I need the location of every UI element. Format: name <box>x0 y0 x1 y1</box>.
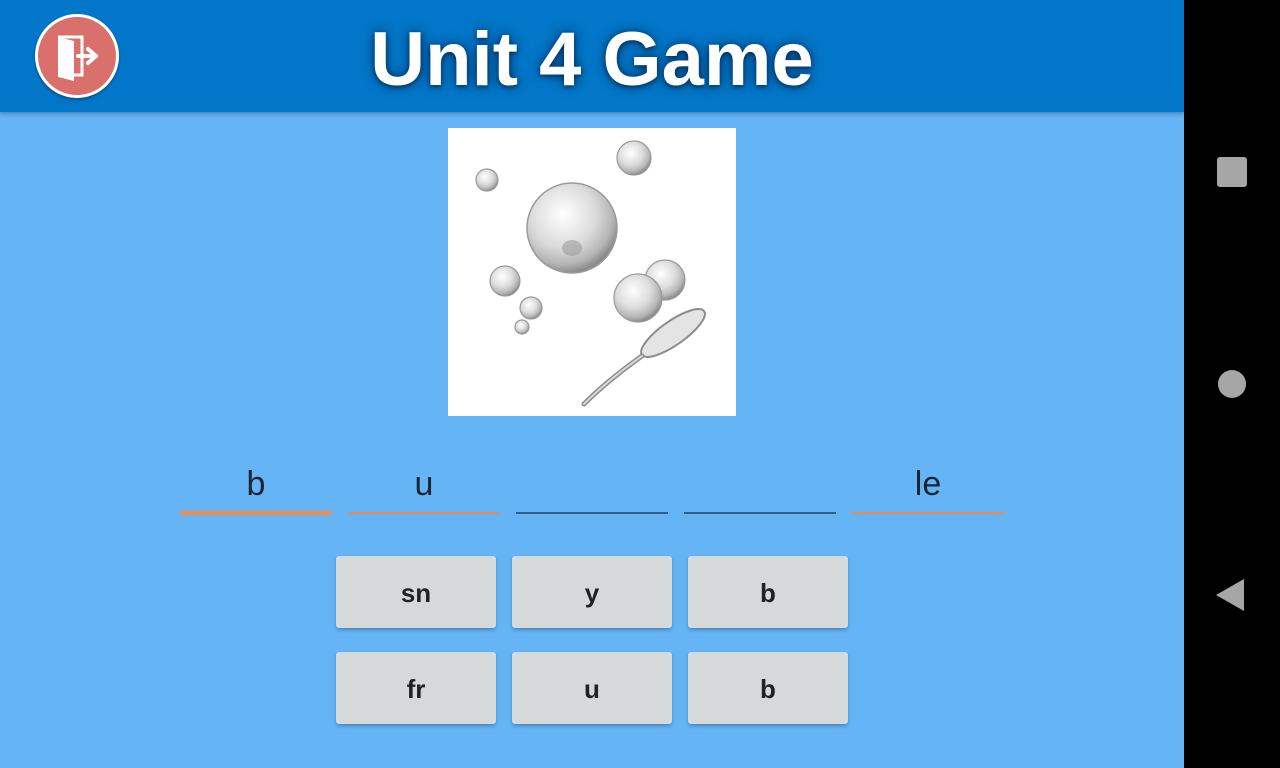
slot-underline <box>684 512 836 514</box>
choice-button-b[interactable]: b <box>688 556 848 628</box>
choice-button-y[interactable]: y <box>512 556 672 628</box>
letter-slot-4[interactable] <box>684 450 836 514</box>
slot-underline <box>852 512 1004 514</box>
letter-slot-text: le <box>914 465 942 503</box>
letter-slot-text: b <box>246 465 266 503</box>
game-screen: Unit 4 Game b u le sn y b fr u b <box>0 0 1184 768</box>
letter-slot-1[interactable]: b <box>180 450 332 515</box>
letter-slot-text <box>516 450 668 512</box>
letter-slot-2[interactable]: u <box>348 450 500 514</box>
slot-underline <box>180 511 332 515</box>
word-slots: b u le <box>0 450 1184 520</box>
letter-slot-text <box>684 450 836 512</box>
letter-slot-5[interactable]: le <box>852 450 1004 514</box>
square-recents-icon[interactable] <box>1217 157 1247 187</box>
triangle-back-icon[interactable] <box>1216 579 1244 611</box>
page-title: Unit 4 Game <box>370 17 814 102</box>
circle-home-icon[interactable] <box>1218 370 1246 398</box>
slot-underline <box>516 512 668 514</box>
letter-slot-3[interactable] <box>516 450 668 514</box>
choice-button-sn[interactable]: sn <box>336 556 496 628</box>
letter-slot-text: u <box>414 465 434 503</box>
choice-button-fr[interactable]: fr <box>336 652 496 724</box>
choice-button-b-2[interactable]: b <box>688 652 848 724</box>
app-header: Unit 4 Game <box>0 0 1184 112</box>
soap-bubbles-wand-illustration <box>475 140 706 407</box>
choice-button-u[interactable]: u <box>512 652 672 724</box>
slot-underline <box>348 512 500 514</box>
prompt-picture <box>448 128 736 416</box>
